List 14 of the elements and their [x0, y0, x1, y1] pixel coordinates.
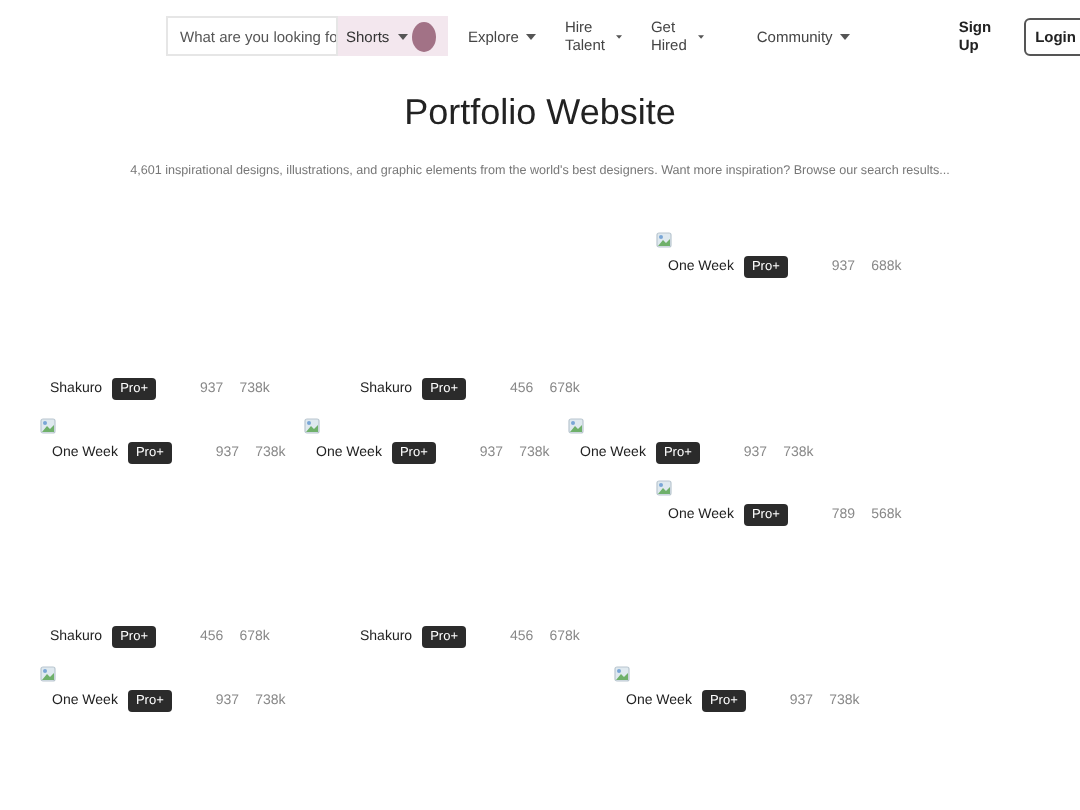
broken-image-icon [40, 418, 56, 434]
avatar-icon [411, 21, 436, 51]
caret-icon [616, 33, 623, 39]
broken-image-icon [40, 666, 56, 682]
broken-image-icon [614, 666, 630, 682]
broken-image-icon [568, 418, 584, 434]
caret-icon [698, 33, 705, 39]
caret-icon [397, 33, 408, 39]
page-title: Portfolio Website [404, 92, 676, 134]
caret-icon [840, 33, 851, 39]
broken-image-icon [656, 232, 672, 248]
broken-image-icon [656, 480, 672, 496]
caret-icon [526, 33, 537, 39]
broken-image-icon [304, 418, 320, 434]
